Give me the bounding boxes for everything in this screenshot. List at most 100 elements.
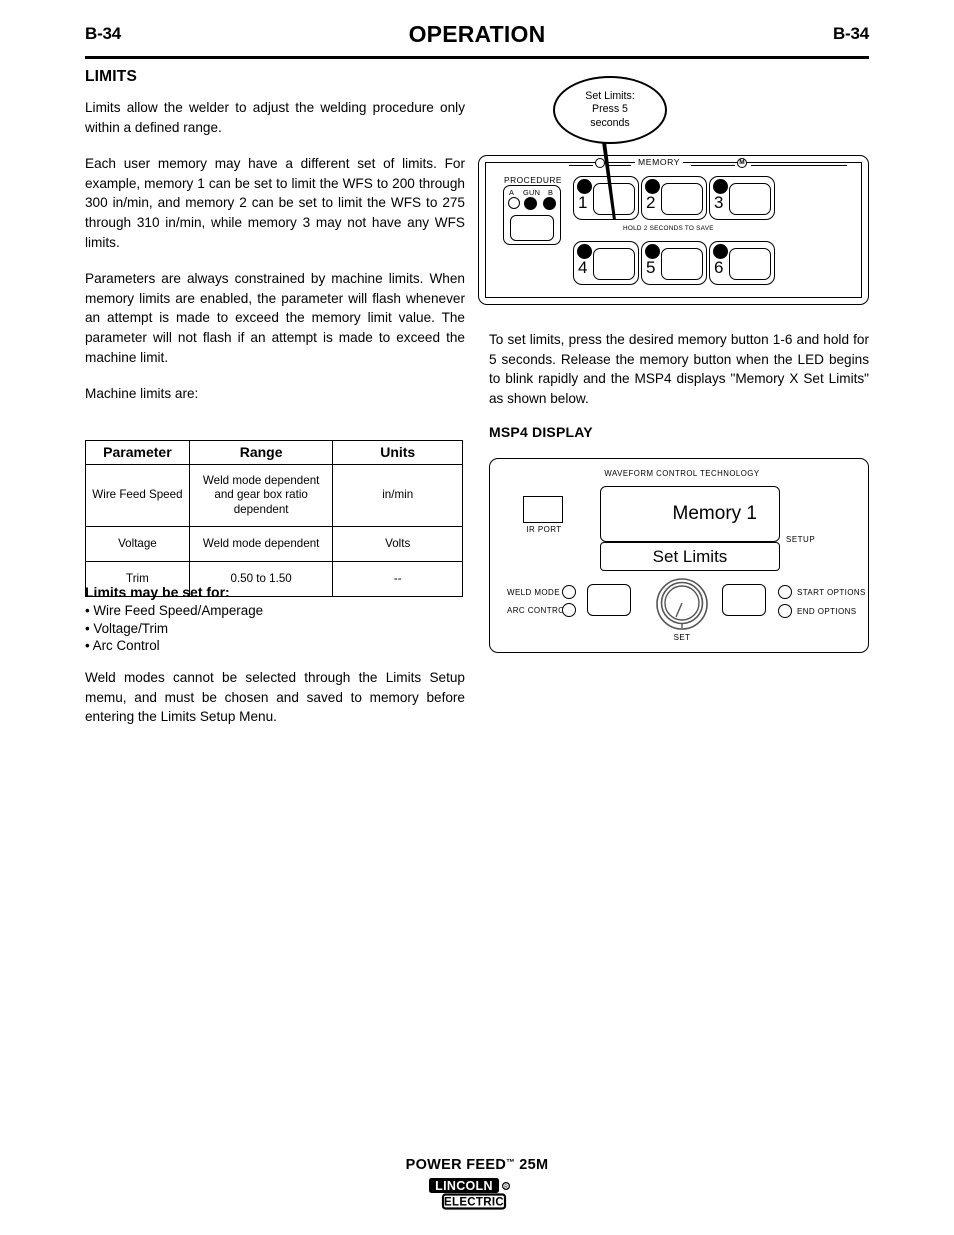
list-item: • Wire Feed Speed/Amperage (85, 603, 264, 618)
memory-button-5[interactable]: 5 (641, 241, 707, 285)
procedure-label: PROCEDURE (504, 175, 563, 185)
paragraph-3: Parameters are always constrained by mac… (85, 271, 465, 365)
memory-button-number: 5 (646, 258, 656, 277)
callout-line-1: Set Limits: (585, 89, 635, 102)
product-name: POWER FEED™ 25M (0, 1157, 954, 1173)
memory-led-icon (645, 244, 660, 259)
memory-rule-mid-right (691, 165, 735, 167)
closing-paragraph: Weld modes cannot be selected through th… (85, 670, 465, 725)
start-options-led-icon (778, 585, 792, 599)
memory-button-face[interactable] (729, 248, 771, 280)
svg-text:LINCOLN: LINCOLN (435, 1179, 493, 1193)
memory-button-4[interactable]: 4 (573, 241, 639, 285)
memory-section-label: MEMORY (635, 157, 684, 167)
left-text-column: LIMITS Limits allow the welder to adjust… (85, 68, 465, 421)
list-item: • Voltage/Trim (85, 620, 169, 636)
procedure-b-label: B (548, 188, 553, 197)
set-knob[interactable] (655, 577, 709, 631)
product-name-text: POWER FEED (405, 1157, 507, 1173)
setup-label: SETUP (786, 535, 816, 544)
product-model: 25M (514, 1157, 549, 1173)
memory-led-icon (577, 179, 592, 194)
page-header: B-34 OPERATION B-34 (85, 21, 869, 58)
cell-range: Weld mode dependent and gear box ratio d… (188, 464, 334, 527)
memory-button-face[interactable] (729, 183, 771, 215)
msp4-display-heading: MSP4 DISPLAY (489, 424, 593, 440)
arc-control-led-icon (562, 603, 576, 617)
memory-button-number: 6 (714, 258, 724, 277)
msp4-panel-diagram: WAVEFORM CONTROL TECHNOLOGY IR PORT Memo… (489, 458, 869, 653)
lincoln-electric-logo-icon: LINCOLN R ELECTRIC (429, 1178, 510, 1210)
section-title-limits: LIMITS (85, 68, 137, 85)
page-title: OPERATION (408, 21, 546, 47)
wct-text: WAVEFORM CONTROL TECHNOLOGY (604, 469, 760, 478)
ir-port (523, 496, 563, 523)
procedure-a-label: A (509, 188, 514, 197)
th-units: Units (332, 440, 463, 465)
end-options-label: END OPTIONS (797, 607, 857, 616)
memory-button-face[interactable] (661, 183, 703, 215)
table-row: Voltage Weld mode dependent Volts (85, 526, 463, 562)
hold-to-save-note: HOLD 2 SECONDS TO SAVE (623, 225, 714, 232)
memory-button-face[interactable] (593, 248, 635, 280)
lincoln-electric-logo: LINCOLN R ELECTRIC (427, 1177, 527, 1216)
memory-button-face[interactable] (661, 248, 703, 280)
callout-line-2: Press 5 (592, 103, 628, 116)
instructions-paragraph: To set limits, press the desired memory … (489, 332, 869, 406)
end-options-led-icon (778, 604, 792, 618)
callout-bubble: Set Limits: Press 5 seconds (553, 76, 667, 144)
procedure-group: A GUN B (503, 185, 561, 245)
weld-mode-label: WELD MODE (507, 588, 560, 597)
arc-control-label: ARC CONTROL (507, 606, 570, 615)
manual-page: B-34 OPERATION B-34 LIMITS Limits allow … (0, 0, 954, 1235)
cell-units: Volts (332, 526, 463, 562)
list-item: • Arc Control (85, 638, 160, 653)
callout-leader-line (602, 142, 616, 220)
page-footer: POWER FEED™ 25M LINCOLN R ELECTRIC (0, 1157, 954, 1216)
set-knob-icon (656, 578, 708, 630)
memory-button-number: 1 (578, 193, 588, 212)
trademark-symbol: ™ (506, 1157, 515, 1167)
memory-rule-right (751, 165, 847, 167)
waveform-control-technology-label: WAVEFORM CONTROL TECHNOLOGY (490, 469, 868, 478)
memory-button-number: 2 (646, 193, 656, 212)
header-divider (85, 56, 869, 59)
svg-text:R: R (504, 1185, 508, 1191)
memory-button-number: 4 (578, 258, 588, 277)
memory-led-icon (645, 179, 660, 194)
display-line-1: Memory 1 (600, 486, 780, 542)
memory-m-icon: M (737, 158, 747, 168)
weld-mode-led-icon (562, 585, 576, 599)
memory-button-2[interactable]: 2 (641, 176, 707, 220)
procedure-a-led (508, 197, 520, 209)
memory-button-3[interactable]: 3 (709, 176, 775, 220)
memory-led-icon (713, 244, 728, 259)
start-options-label: START OPTIONS (797, 588, 866, 597)
table-row: Wire Feed Speed Weld mode dependent and … (85, 464, 463, 527)
ir-port-label: IR PORT (526, 525, 562, 534)
machine-limits-table: Parameter Range Units Wire Feed Speed We… (85, 440, 463, 597)
memory-button-6[interactable]: 6 (709, 241, 775, 285)
th-parameter: Parameter (85, 440, 190, 465)
cell-parameter: Wire Feed Speed (85, 464, 190, 527)
procedure-gun-led (524, 197, 537, 210)
cell-range: Weld mode dependent (188, 526, 334, 562)
limits-may-be-set-block: Limits may be set for: • Wire Feed Speed… (85, 584, 465, 655)
set-knob-label: SET (673, 633, 691, 642)
left-select-button[interactable] (587, 584, 631, 616)
right-text-column: To set limits, press the desired memory … (489, 330, 869, 408)
procedure-b-led (543, 197, 556, 210)
right-select-button[interactable] (722, 584, 766, 616)
paragraph-1: Limits allow the welder to adjust the we… (85, 100, 465, 135)
cell-parameter: Voltage (85, 526, 190, 562)
procedure-gun-label: GUN (523, 188, 541, 197)
memory-rule-left (569, 165, 593, 167)
cell-units: in/min (332, 464, 463, 527)
header-page-number-right: B-34 (832, 24, 869, 43)
limits-list-heading: Limits may be set for: (85, 584, 230, 600)
th-range: Range (188, 440, 334, 465)
memory-led-icon (577, 244, 592, 259)
paragraph-2: Each user memory may have a different se… (85, 156, 465, 250)
procedure-button[interactable] (510, 215, 554, 241)
table-header-row: Parameter Range Units (85, 440, 463, 465)
